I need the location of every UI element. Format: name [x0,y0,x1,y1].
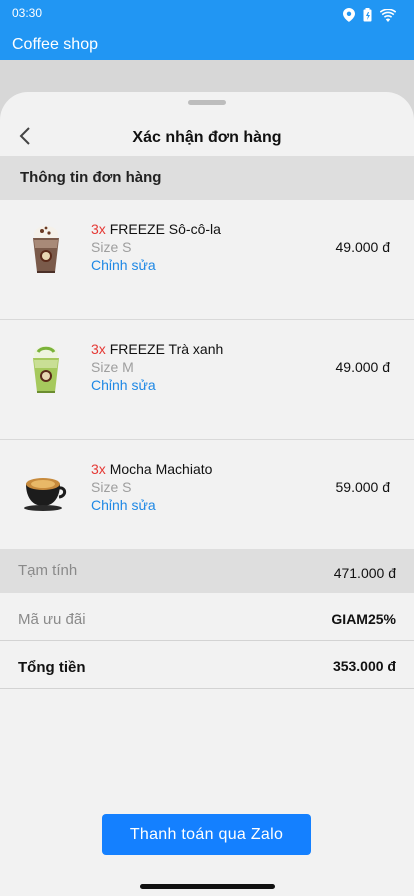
item-quantity: 3x [91,461,106,477]
promo-value: GIAM25% [331,611,396,627]
promo-label: Mã ưu đãi [18,611,86,628]
location-icon [343,8,355,22]
total-row: Tổng tiền 353.000 đ [0,642,414,689]
order-item: 3x FREEZE Trà xanh Size M Chỉnh sửa 49.0… [0,320,414,440]
order-confirmation-sheet: Xác nhận đơn hàng Thông tin đơn hàng 3x … [0,92,414,896]
item-price: 59.000 đ [335,479,391,495]
item-size: Size M [91,359,134,375]
app-title: Coffee shop [12,36,98,53]
item-size: Size S [91,239,132,255]
app-header: 03:30 Coffee shop [0,0,414,60]
item-name: FREEZE Sô-cô-la [109,221,221,237]
item-info: 3x FREEZE Trà xanh Size M Chỉnh sửa [91,340,223,394]
wifi-icon [380,8,396,22]
subtotal-value: 471.000 đ [333,565,396,581]
green-tea-freeze-image [22,340,70,396]
pay-zalo-button[interactable]: Thanh toán qua Zalo [102,814,311,855]
total-label: Tổng tiền [18,659,86,676]
battery-icon [363,8,372,22]
chocolate-freeze-image [22,220,70,276]
item-name: Mocha Machiato [109,461,213,477]
item-name: FREEZE Trà xanh [109,341,224,357]
edit-item-link[interactable]: Chỉnh sửa [91,376,223,394]
status-icons [343,8,396,22]
edit-item-link[interactable]: Chỉnh sửa [91,256,221,274]
item-quantity: 3x [91,221,106,237]
edit-item-link[interactable]: Chỉnh sửa [91,496,212,514]
sheet-title: Xác nhận đơn hàng [132,129,282,146]
item-quantity: 3x [91,341,106,357]
item-info: 3x Mocha Machiato Size S Chỉnh sửa [91,460,212,514]
item-size: Size S [91,479,132,495]
total-value: 353.000 đ [332,658,396,674]
item-price: 49.000 đ [335,239,391,255]
subtotal-label: Tạm tính [18,562,78,579]
home-indicator[interactable] [140,884,275,889]
order-item: 3x FREEZE Sô-cô-la Size S Chỉnh sửa 49.0… [0,200,414,320]
order-item: 3x Mocha Machiato Size S Chỉnh sửa 59.00… [0,440,414,560]
promo-code-row[interactable]: Mã ưu đãi GIAM25% [0,594,414,641]
order-info-header: Thông tin đơn hàng [0,156,414,200]
status-time: 03:30 [12,6,43,20]
item-info: 3x FREEZE Sô-cô-la Size S Chỉnh sửa [91,220,221,274]
order-list: 3x FREEZE Sô-cô-la Size S Chỉnh sửa 49.0… [0,200,414,560]
mocha-cup-image [22,460,70,516]
subtotal-row: Tạm tính 471.000 đ [0,549,414,593]
item-price: 49.000 đ [335,359,391,375]
drag-handle[interactable] [188,100,226,105]
